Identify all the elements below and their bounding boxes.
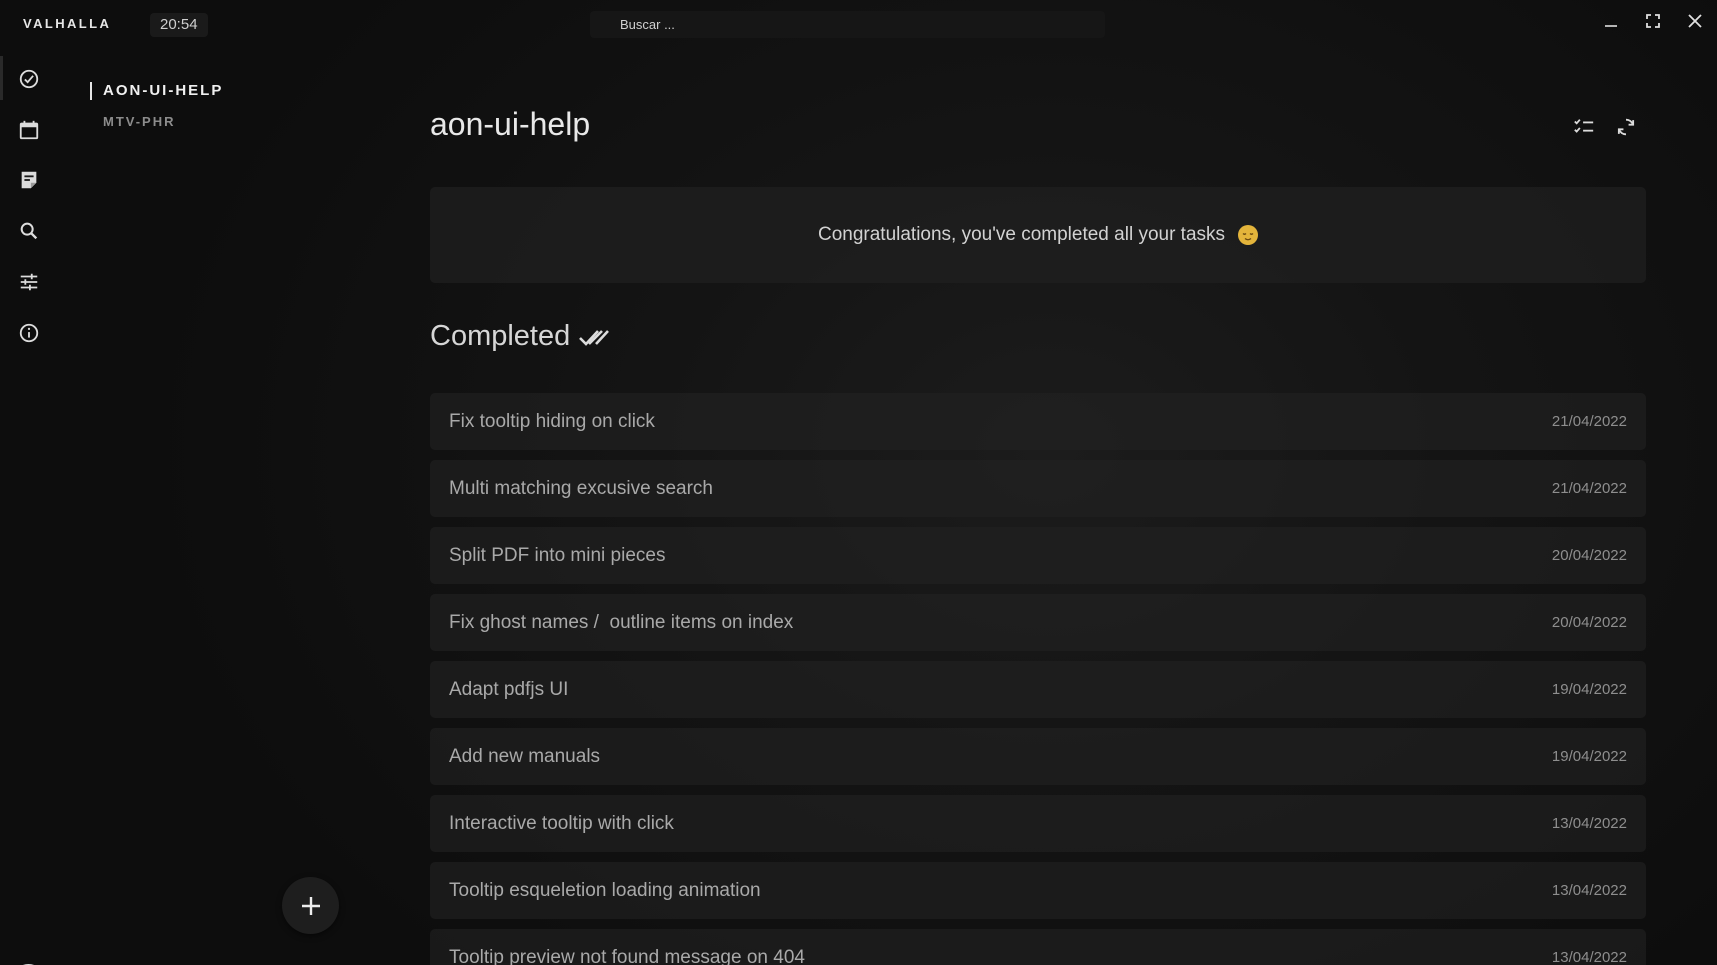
- congrats-text: Congratulations, you've completed all yo…: [817, 224, 1226, 245]
- task-row[interactable]: Split PDF into mini pieces 20/04/2022: [430, 527, 1646, 584]
- task-title: Multi matching excusive search: [449, 477, 713, 499]
- info-icon: [19, 323, 39, 343]
- minimize-button[interactable]: [1598, 8, 1624, 34]
- task-date: 19/04/2022: [1551, 681, 1627, 698]
- task-date: 20/04/2022: [1551, 614, 1627, 631]
- title-bar: VALHALLA 20:54: [0, 0, 1717, 48]
- checklist-button[interactable]: [1570, 113, 1598, 141]
- congrats-banner: Congratulations, you've completed all yo…: [430, 187, 1646, 283]
- task-row[interactable]: Fix ghost names / outline items on index…: [430, 594, 1646, 651]
- refresh-button[interactable]: [1612, 113, 1640, 141]
- task-row[interactable]: Tooltip esqueletion loading animation 13…: [430, 862, 1646, 919]
- add-project-button[interactable]: [282, 877, 339, 934]
- search-icon: [20, 222, 38, 240]
- relieved-face-icon: [1238, 225, 1259, 245]
- task-date: 13/04/2022: [1551, 882, 1627, 899]
- checklist-icon: [1574, 119, 1594, 133]
- completed-task-list: Fix tooltip hiding on click 21/04/2022 M…: [430, 393, 1646, 965]
- close-icon: [1688, 14, 1702, 28]
- task-date: 13/04/2022: [1551, 949, 1627, 965]
- task-row[interactable]: Fix tooltip hiding on click 21/04/2022: [430, 393, 1646, 450]
- task-date: 21/04/2022: [1551, 480, 1627, 497]
- double-check-icon: [579, 329, 610, 346]
- task-title: Fix ghost names / outline items on index: [449, 611, 794, 633]
- search-input[interactable]: [590, 11, 1105, 38]
- check-circle-icon: [19, 69, 39, 89]
- clock: 20:54: [150, 13, 208, 37]
- task-row[interactable]: Adapt pdfjs UI 19/04/2022: [430, 661, 1646, 718]
- task-date: 19/04/2022: [1551, 748, 1627, 765]
- task-title: Tooltip esqueletion loading animation: [449, 879, 761, 901]
- task-date: 20/04/2022: [1551, 547, 1627, 564]
- task-row[interactable]: Interactive tooltip with click 13/04/202…: [430, 795, 1646, 852]
- completed-heading: Completed: [430, 320, 610, 353]
- rail-calendar-button[interactable]: [16, 117, 42, 143]
- plus-icon: [301, 896, 320, 915]
- rail-active-indicator: [0, 56, 3, 100]
- page-title: aon-ui-help: [430, 106, 591, 142]
- app-window: VALHALLA 20:54 Buscar ... AON-UI-HELP MT…: [0, 0, 1717, 965]
- rail-tasks-button[interactable]: [16, 66, 42, 92]
- task-title: Split PDF into mini pieces: [449, 544, 666, 566]
- task-row[interactable]: Tooltip preview not found message on 404…: [430, 929, 1646, 965]
- rail-search-button[interactable]: [16, 218, 42, 244]
- notes-icon: [21, 171, 37, 189]
- rail-notes-button[interactable]: [16, 167, 42, 193]
- sliders-icon: [20, 273, 38, 291]
- task-title: Tooltip preview not found message on 404: [449, 946, 805, 965]
- close-button[interactable]: [1682, 8, 1708, 34]
- rail-info-button[interactable]: [16, 320, 42, 346]
- app-brand: VALHALLA: [23, 16, 112, 31]
- completed-heading-text: Completed: [430, 320, 571, 352]
- task-date: 21/04/2022: [1551, 413, 1627, 430]
- maximize-icon: [1646, 14, 1660, 28]
- task-title: Adapt pdfjs UI: [449, 678, 569, 700]
- rail-settings-button[interactable]: [16, 269, 42, 295]
- project-list: AON-UI-HELP MTV-PHR: [90, 78, 390, 138]
- task-title: Interactive tooltip with click: [449, 812, 674, 834]
- project-item[interactable]: MTV-PHR: [90, 108, 390, 138]
- project-item-active[interactable]: AON-UI-HELP: [90, 78, 390, 108]
- task-row[interactable]: Add new manuals 19/04/2022: [430, 728, 1646, 785]
- calendar-icon: [19, 120, 39, 140]
- refresh-icon: [1617, 118, 1635, 136]
- task-date: 13/04/2022: [1551, 815, 1627, 832]
- task-title: Fix tooltip hiding on click: [449, 410, 655, 432]
- maximize-button[interactable]: [1640, 8, 1666, 34]
- task-title: Add new manuals: [449, 745, 601, 767]
- task-row[interactable]: Multi matching excusive search 21/04/202…: [430, 460, 1646, 517]
- minimize-icon: [1605, 25, 1617, 27]
- left-rail: [0, 52, 56, 965]
